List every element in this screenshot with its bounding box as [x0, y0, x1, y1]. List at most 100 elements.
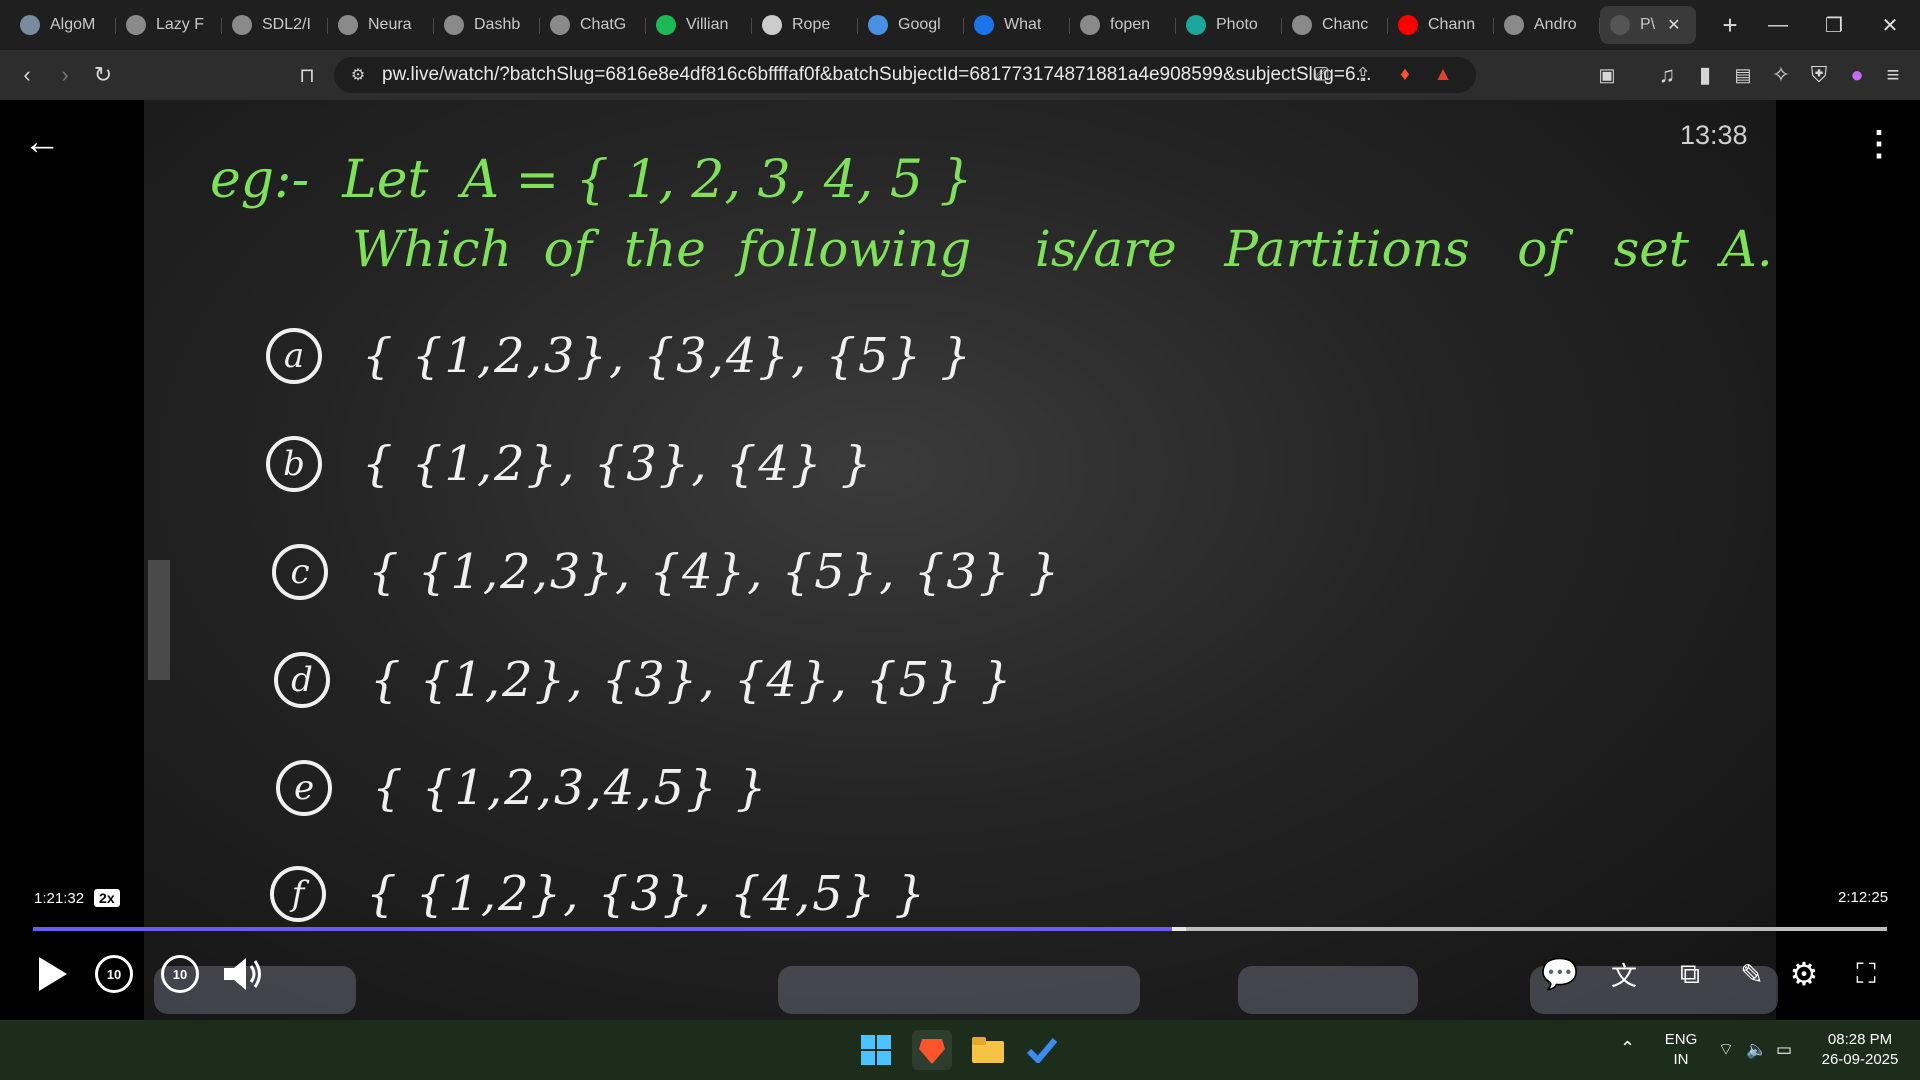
forward-icon[interactable]: ›: [48, 58, 82, 92]
tab-label: Villian: [686, 16, 729, 33]
language-indicator[interactable]: ENG IN: [1660, 1030, 1702, 1070]
file-explorer-button[interactable]: [968, 1030, 1008, 1070]
openai-icon: [550, 15, 570, 35]
settings-button[interactable]: ⚙: [1780, 950, 1828, 998]
video-player[interactable]: eg:- Let A = { 1, 2, 3, 4, 5 } Which of …: [0, 100, 1920, 1020]
algo-icon: [20, 15, 40, 35]
leo-ai-icon[interactable]: ✧: [1764, 58, 1798, 92]
wifi-icon[interactable]: ⌔: [1718, 1040, 1734, 1060]
vpn-icon[interactable]: ⛨: [1802, 58, 1836, 92]
brave-taskbar-button[interactable]: [912, 1030, 952, 1070]
spotify-icon: [656, 15, 676, 35]
tab-label: Andro: [1534, 16, 1577, 33]
menu-icon[interactable]: ≡: [1876, 58, 1910, 92]
tab-label: Photo: [1216, 16, 1258, 33]
cast-icon[interactable]: ⎚: [1304, 58, 1338, 92]
browser-tab[interactable]: Googl: [858, 6, 964, 44]
battery-icon[interactable]: ▭: [1776, 1040, 1792, 1060]
browser-tab[interactable]: P\ ✕: [1600, 6, 1696, 44]
browser-tab[interactable]: fopen: [1070, 6, 1176, 44]
bookmark-icon[interactable]: ⊓: [290, 58, 324, 92]
tab-label: SDL2/I: [262, 16, 311, 33]
option-c: c { {1,2,3}, {4}, {5}, {3} }: [272, 544, 1061, 600]
option-f: f { {1,2}, {3}, {4,5} }: [270, 866, 927, 922]
more-options-icon[interactable]: ⋮: [1862, 122, 1896, 166]
pw-icon: [1610, 15, 1630, 35]
browser-tab[interactable]: ChatG: [540, 6, 646, 44]
address-bar[interactable]: ⚙ pw.live/watch/?batchSlug=6816e8e4df816…: [334, 57, 1476, 93]
openai-icon: [1080, 15, 1100, 35]
browser-tab[interactable]: Neura: [328, 6, 434, 44]
skip-forward-button[interactable]: 10: [156, 950, 204, 998]
browser-tab[interactable]: AlgoM: [10, 6, 116, 44]
brave-rewards-icon[interactable]: ▲: [1426, 58, 1460, 92]
browser-tab[interactable]: Lazy F: [116, 6, 222, 44]
clock[interactable]: 08:28 PM 26-09-2025: [1812, 1030, 1908, 1070]
clock-date: 26-09-2025: [1821, 1051, 1899, 1068]
playback-speed-badge[interactable]: 2x: [94, 889, 120, 907]
chat-icon: 💬: [1541, 957, 1579, 991]
media-icon[interactable]: ♫: [1650, 58, 1684, 92]
close-tab-icon[interactable]: ✕: [1667, 15, 1680, 35]
play-button[interactable]: [28, 950, 76, 998]
sidebar-icon[interactable]: ▮: [1688, 58, 1722, 92]
video-frame: eg:- Let A = { 1, 2, 3, 4, 5 } Which of …: [144, 100, 1776, 1020]
tab-label: Neura: [368, 16, 412, 33]
player-back-icon[interactable]: ←: [22, 121, 62, 163]
minimize-button[interactable]: —: [1750, 0, 1806, 50]
fullscreen-button[interactable]: ⛶: [1842, 950, 1890, 998]
option-a: a { {1,2,3}, {3,4}, {5} }: [266, 328, 973, 384]
fullscreen-icon: ⛶: [1856, 957, 1876, 989]
tab-label: fopen: [1110, 16, 1151, 33]
brave-shields-icon[interactable]: ♦: [1388, 58, 1422, 92]
progress-bar[interactable]: [33, 927, 1887, 931]
openai-icon: [1292, 15, 1312, 35]
close-window-button[interactable]: ✕: [1862, 0, 1918, 50]
option-letter: e: [276, 760, 332, 816]
browser-tab[interactable]: Chann: [1388, 6, 1494, 44]
new-tab-button[interactable]: +: [1712, 7, 1748, 43]
photo-icon: [1186, 15, 1206, 35]
restore-button[interactable]: ❐: [1806, 0, 1862, 50]
gemini-icon: [868, 15, 888, 35]
volume-button[interactable]: [218, 950, 266, 998]
option-set: { {1,2}, {3}, {4}, {5} }: [370, 652, 1014, 708]
comments-button[interactable]: 💬: [1536, 950, 1584, 998]
share-icon[interactable]: ⇪: [1346, 58, 1380, 92]
site-info-icon[interactable]: ⚙: [346, 63, 370, 87]
pip-button[interactable]: ⧉: [1666, 950, 1714, 998]
option-set: { {1,2,3,4,5} }: [372, 760, 769, 816]
openai-icon: [126, 15, 146, 35]
translate-button[interactable]: 文: [1600, 950, 1648, 998]
translate-icon: 文: [1610, 960, 1637, 991]
back-icon[interactable]: ‹: [10, 58, 44, 92]
profile-icon[interactable]: ●: [1840, 58, 1874, 92]
start-button[interactable]: [856, 1030, 896, 1070]
browser-tab[interactable]: Villian: [646, 6, 752, 44]
progress-played: [33, 927, 1173, 931]
checkmark-icon: [1027, 1038, 1057, 1063]
todo-button[interactable]: [1022, 1030, 1062, 1070]
tab-label: ChatG: [580, 16, 627, 33]
speaker-icon[interactable]: 🔈: [1746, 1040, 1767, 1060]
reader-mode-icon[interactable]: ▣: [1590, 58, 1624, 92]
browser-tab[interactable]: Rope: [752, 6, 858, 44]
reload-icon[interactable]: ↻: [86, 58, 120, 92]
video-tray-right: [1238, 966, 1418, 1014]
tab-label: P\: [1640, 16, 1656, 33]
skip-back-button[interactable]: 10: [90, 950, 138, 998]
show-hidden-icons[interactable]: ⌃: [1620, 1038, 1635, 1058]
current-time: 1:21:32 2x: [34, 889, 120, 907]
browser-tab[interactable]: What: [964, 6, 1070, 44]
browser-tab[interactable]: Andro: [1494, 6, 1600, 44]
question-line-1: eg:- Let A = { 1, 2, 3, 4, 5 }: [210, 150, 973, 210]
wallet-icon[interactable]: ▤: [1726, 58, 1760, 92]
openai-icon: [444, 15, 464, 35]
openai-icon: [338, 15, 358, 35]
browser-tab[interactable]: Dashb: [434, 6, 540, 44]
browser-tab[interactable]: Photo: [1176, 6, 1282, 44]
browser-tab[interactable]: Chanc: [1282, 6, 1388, 44]
notes-button[interactable]: ✎: [1728, 950, 1776, 998]
tab-label: Rope: [792, 16, 831, 33]
browser-tab[interactable]: SDL2/I: [222, 6, 328, 44]
